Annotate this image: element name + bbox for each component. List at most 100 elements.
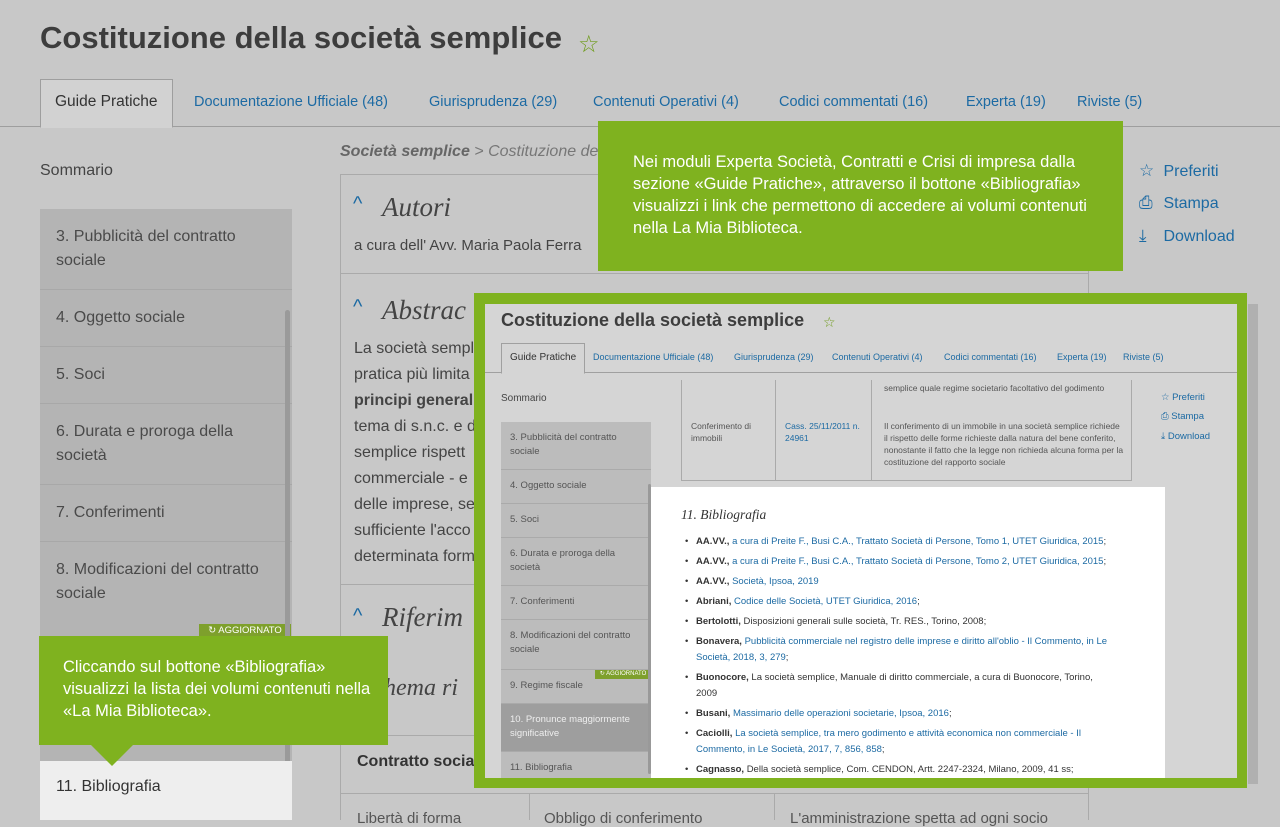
table-divider — [774, 793, 775, 820]
tab-riviste[interactable]: Riviste (5) — [1077, 94, 1142, 110]
collapse-caret-icon[interactable]: ^ — [353, 296, 362, 319]
inset-favorites-button[interactable]: ☆ Preferiti — [1161, 392, 1205, 403]
inset-tab-experta[interactable]: Experta (19) — [1057, 352, 1107, 362]
sidebar-item-label: 11. Bibliografia — [56, 778, 161, 795]
sidebar-item-label: 6. Durata e proroga della società — [56, 423, 233, 464]
table-cell: Obbligo di conferimento — [544, 810, 703, 827]
download-icon: ⤓ — [1139, 226, 1147, 245]
bibliography-title: 11. Bibliografia — [681, 507, 767, 522]
inset-sidebar-item[interactable]: 11. Bibliografia — [501, 752, 651, 778]
sidebar-item-label: 7. Conferimenti — [56, 504, 165, 521]
inset-updated-badge: ↻ AGGIORNATO — [595, 670, 651, 679]
bibliography-link[interactable]: a cura di Preite F., Busi C.A., Trattato… — [732, 536, 1103, 547]
bibliography-entry: Caciolli, La società semplice, tra mero … — [685, 726, 1116, 757]
sidebar-item-label: 4. Oggetto sociale — [56, 309, 185, 326]
inset-table-cell: semplice quale regime societario facolta… — [884, 383, 1105, 396]
abstract-line: semplice rispett — [354, 444, 466, 461]
sidebar-item-label: 8. Modificazioni del contratto sociale — [56, 561, 259, 602]
print-icon: ⎙ — [1139, 193, 1153, 212]
sidebar-item-label: 3. Pubblicità del contratto sociale — [56, 228, 236, 269]
divider — [341, 273, 1088, 274]
inset-shadow — [1248, 304, 1258, 784]
download-button[interactable]: ⤓ Download — [1139, 226, 1235, 246]
bibliography-entry: Buonocore, La società semplice, Manuale … — [685, 670, 1116, 701]
favorites-button[interactable]: ☆ Preferiti — [1139, 161, 1219, 181]
inset-sidebar-item[interactable]: 7. Conferimenti — [501, 586, 651, 620]
section-heading-riferimenti: Riferim — [382, 602, 463, 632]
tab-giurisprudenza[interactable]: Giurisprudenza (29) — [429, 94, 557, 110]
tab-experta[interactable]: Experta (19) — [966, 94, 1046, 110]
table-header-cell: Contratto socia — [357, 753, 475, 770]
bibliography-link[interactable]: Società, Ipsoa, 2019 — [732, 576, 819, 587]
inset-table-cell: Il conferimento di un immobile in una so… — [884, 421, 1124, 467]
inset-tab-giurisprudenza[interactable]: Giurisprudenza (29) — [734, 352, 814, 362]
abstract-line: pratica più limita — [354, 366, 470, 383]
inset-sidebar-item-active[interactable]: 10. Pronunce maggiormente significative — [501, 704, 651, 752]
tab-documentazione-ufficiale[interactable]: Documentazione Ufficiale (48) — [194, 94, 388, 110]
inset-sidebar-item[interactable]: 4. Oggetto sociale — [501, 470, 651, 504]
inset-sidebar-item[interactable]: 8. Modificazioni del contratto sociale — [501, 620, 651, 670]
table-cell: Libertà di forma — [357, 810, 462, 827]
table-divider — [529, 793, 530, 820]
inset-sidebar-item[interactable]: 6. Durata e proroga della società — [501, 538, 651, 586]
breadcrumb-separator: > — [469, 143, 489, 160]
sidebar-item-soci[interactable]: 5. Soci — [40, 347, 292, 404]
bibliography-entry: Cagnasso, Della società semplice, Com. C… — [685, 762, 1116, 778]
breadcrumb-root[interactable]: Società semplice — [340, 143, 470, 160]
collapse-caret-icon[interactable]: ^ — [353, 605, 362, 628]
star-icon: ☆ — [1139, 161, 1155, 180]
bibliography-entry: AA.VV., a cura di Preite F., Busi C.A., … — [685, 534, 1116, 550]
callout-top-text: Nei moduli Experta Società, Contratti e … — [633, 153, 1087, 237]
inset-tab-guide-pratiche[interactable]: Guide Pratiche — [501, 343, 586, 374]
print-button[interactable]: ⎙ Stampa — [1139, 193, 1219, 213]
inset-download-button[interactable]: ⤓ Download — [1161, 431, 1210, 442]
bibliography-link[interactable]: Massimario delle operazioni societarie, … — [733, 708, 949, 719]
collapse-caret-icon[interactable]: ^ — [353, 193, 362, 216]
bibliography-link[interactable]: Codice delle Società, UTET Giuridica, 20… — [734, 596, 917, 607]
tab-bar: Guide Pratiche Documentazione Ufficiale … — [0, 78, 1280, 128]
favorite-star-icon[interactable]: ☆ — [823, 314, 836, 331]
bibliography-entry: AA.VV., a cura di Preite F., Busi C.A., … — [685, 554, 1116, 570]
autori-text: a cura dell' Avv. Maria Paola Ferra — [354, 237, 582, 254]
sidebar-item-durata[interactable]: 6. Durata e proroga della società — [40, 404, 292, 485]
bibliography-entry: Abriani, Codice delle Società, UTET Giur… — [685, 594, 1116, 610]
callout-left-text: Cliccando sul bottone «Bibliografia» vis… — [63, 658, 371, 720]
callout-arrow-icon — [90, 744, 134, 766]
sidebar-heading: Sommario — [40, 162, 113, 179]
section-heading-schema: hema ri — [384, 675, 458, 701]
abstract-line: principi generali — [354, 392, 478, 409]
bibliography-entry: AA.VV., Società, Ipsoa, 2019 — [685, 574, 1116, 590]
inset-tab-bar: Guide Pratiche Documentazione Ufficiale … — [485, 342, 1237, 374]
inset-table-link[interactable]: Cass. 25/11/2011 n. 24961 — [785, 420, 865, 444]
sidebar-item-conferimenti[interactable]: 7. Conferimenti — [40, 485, 292, 542]
sidebar-item-pubblicita[interactable]: 3. Pubblicità del contratto sociale — [40, 209, 292, 290]
bibliography-link[interactable]: La società semplice, tra mero godimento … — [696, 728, 1081, 755]
inset-tab-documentazione[interactable]: Documentazione Ufficiale (48) — [593, 352, 713, 362]
sidebar-item-modificazioni[interactable]: 8. Modificazioni del contratto sociale — [40, 542, 292, 636]
favorite-star-icon[interactable]: ☆ — [578, 30, 600, 59]
inset-tab-codici[interactable]: Codici commentati (16) — [944, 352, 1037, 362]
inset-sidebar-item[interactable]: 3. Pubblicità del contratto sociale — [501, 422, 651, 470]
inset-screenshot: Costituzione della società semplice ☆ Gu… — [485, 304, 1237, 778]
abstract-line: determinata form — [354, 548, 475, 565]
print-icon: ⎙ — [1161, 411, 1169, 422]
tab-contenuti-operativi[interactable]: Contenuti Operativi (4) — [593, 94, 739, 110]
bibliography-entry: Bertolotti, Disposizioni generali sulle … — [685, 614, 1116, 630]
page-title: Costituzione della società semplice — [40, 20, 562, 55]
bibliography-link[interactable]: a cura di Preite F., Busi C.A., Trattato… — [732, 556, 1103, 567]
table-cell: L'amministrazione spetta ad ogni socio — [790, 810, 1049, 827]
bibliography-entry: Busani, Massimario delle operazioni soci… — [685, 706, 1116, 722]
bibliography-link[interactable]: Pubblicità commerciale nel registro dell… — [696, 636, 1107, 663]
star-icon: ☆ — [1161, 392, 1170, 403]
inset-print-button[interactable]: ⎙ Stampa — [1161, 411, 1204, 422]
bibliography-entry: Bonavera, Pubblicità commerciale nel reg… — [685, 634, 1116, 665]
tab-guide-pratiche[interactable]: Guide Pratiche — [40, 79, 173, 128]
inset-tab-contenuti[interactable]: Contenuti Operativi (4) — [832, 352, 923, 362]
inset-sidebar-heading: Sommario — [501, 393, 547, 404]
tab-codici-commentati[interactable]: Codici commentati (16) — [779, 94, 928, 110]
download-icon: ⤓ — [1161, 431, 1166, 442]
inset-sidebar-item[interactable]: 5. Soci — [501, 504, 651, 538]
section-heading-abstract: Abstrac — [382, 295, 466, 325]
inset-tab-riviste[interactable]: Riviste (5) — [1123, 352, 1164, 362]
sidebar-item-oggetto-sociale[interactable]: 4. Oggetto sociale — [40, 290, 292, 347]
